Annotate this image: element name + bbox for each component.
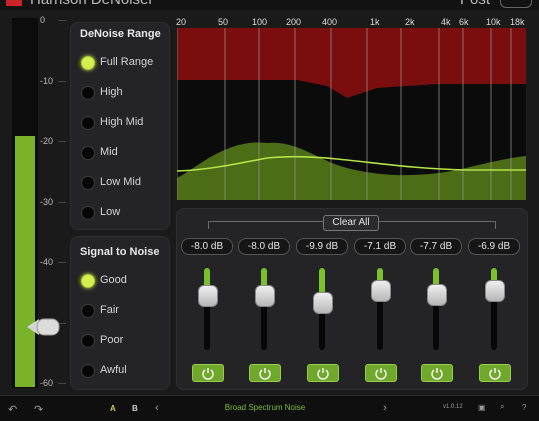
power-icon: [431, 368, 443, 380]
power-icon: [259, 368, 271, 380]
frequency-label: 20: [176, 17, 187, 27]
band-fader-thumb[interactable]: [371, 280, 391, 303]
band-gain-readout[interactable]: -8.0 dB: [181, 238, 233, 255]
meter-tick-line: [58, 262, 66, 263]
denoise-range-option-label[interactable]: Mid: [100, 146, 118, 158]
threshold-handle[interactable]: [27, 318, 61, 336]
save-icon[interactable]: ▣: [478, 403, 486, 412]
meter-tick-line: [58, 141, 66, 142]
denoise-range-option-label[interactable]: High Mid: [100, 116, 143, 128]
help-icon[interactable]: ?: [522, 403, 526, 412]
noise-profile-area: [177, 28, 526, 98]
frequency-label: 10k: [486, 17, 501, 27]
signal-to-noise-option-label[interactable]: Awful: [100, 364, 127, 376]
next-preset-icon[interactable]: ›: [383, 402, 387, 414]
frequency-label: 6k: [459, 17, 469, 27]
denoise-range-title: DeNoise Range: [80, 28, 161, 40]
band-power-button[interactable]: [307, 364, 339, 382]
band-power-button[interactable]: [365, 364, 397, 382]
denoise-range-radio-high-mid[interactable]: [81, 116, 95, 130]
band-gain-readout[interactable]: -8.0 dB: [238, 238, 290, 255]
meter-tick-label: -10: [40, 75, 54, 86]
meter-tick-line: [58, 80, 66, 82]
level-meter-fill: [15, 136, 35, 387]
band-fader-thumb[interactable]: [198, 285, 218, 308]
search-icon[interactable]: ⌕: [500, 402, 504, 412]
frequency-label: 1k: [370, 17, 380, 27]
a-compare-button[interactable]: A: [110, 404, 116, 413]
meter-tick-line: [58, 383, 66, 384]
clear-all-button[interactable]: Clear All: [323, 215, 379, 231]
redo-icon[interactable]: ↷: [34, 403, 43, 416]
preset-name[interactable]: Broad Spectrum Noise: [150, 403, 380, 412]
denoise-range-radio-low[interactable]: [81, 206, 95, 220]
signal-to-noise-title: Signal to Noise: [80, 246, 160, 258]
frequency-label: 2k: [405, 17, 415, 27]
signal-to-noise-radio-awful[interactable]: [81, 364, 95, 378]
meter-tick-label: -20: [40, 136, 54, 146]
power-icon: [317, 368, 329, 380]
band-power-button[interactable]: [192, 364, 224, 382]
power-icon: [489, 368, 501, 380]
denoise-range-option-label[interactable]: Low: [100, 206, 120, 218]
band-gain-readout[interactable]: -6.9 dB: [468, 238, 520, 255]
denoise-range-radio-full-range[interactable]: [81, 56, 95, 70]
meter-tick-label: -40: [40, 257, 54, 267]
power-icon: [202, 368, 214, 380]
footer-bar: ↶ ↷ A B ‹ Broad Spectrum Noise › v1.0.12…: [0, 395, 539, 421]
band-fader-thumb[interactable]: [427, 283, 447, 306]
signal-to-noise-radio-fair[interactable]: [81, 304, 95, 318]
signal-to-noise-option-label[interactable]: Poor: [100, 334, 123, 346]
b-compare-button[interactable]: B: [132, 404, 138, 413]
band-fader-thumb[interactable]: [313, 291, 333, 314]
signal-to-noise-option-label[interactable]: Fair: [100, 304, 119, 316]
spectrum-graph: [177, 28, 526, 200]
denoise-range-radio-high[interactable]: [81, 86, 95, 100]
title-bar: Harrison DeNoiser Post: [0, 0, 539, 10]
band-fader-thumb[interactable]: [485, 279, 505, 302]
meter-tick-label: -30: [40, 196, 54, 207]
meter-tick-line: [58, 20, 66, 21]
band-power-button[interactable]: [249, 364, 281, 382]
signal-to-noise-radio-poor[interactable]: [81, 334, 95, 348]
meter-tick-label: -60: [40, 378, 54, 388]
settings-button[interactable]: [500, 0, 532, 8]
band-power-button[interactable]: [479, 364, 511, 382]
signal-to-noise-radio-good[interactable]: [81, 274, 95, 288]
signal-area: [177, 142, 526, 200]
frequency-label: 50: [218, 17, 229, 27]
band-gain-readout[interactable]: -7.1 dB: [354, 238, 406, 255]
signal-to-noise-option-label[interactable]: Good: [100, 274, 127, 286]
meter-tick-line: [58, 201, 66, 203]
frequency-label: 18k: [510, 17, 525, 27]
frequency-label: 200: [286, 17, 302, 27]
meter-tick-label: 0: [40, 15, 46, 25]
power-icon: [375, 368, 387, 380]
denoise-range-radio-low-mid[interactable]: [81, 176, 95, 190]
frequency-label: 4k: [441, 17, 451, 27]
preset-label[interactable]: Post: [460, 0, 490, 8]
denoise-range-option-label[interactable]: High: [100, 86, 123, 98]
band-fader-thumb[interactable]: [255, 285, 275, 308]
band-gain-readout[interactable]: -7.7 dB: [410, 238, 462, 255]
harrison-logo: [6, 0, 22, 6]
band-power-button[interactable]: [421, 364, 453, 382]
undo-icon[interactable]: ↶: [8, 403, 17, 416]
denoise-range-radio-mid[interactable]: [81, 146, 95, 160]
app-title: Harrison DeNoiser: [30, 0, 153, 8]
frequency-label: 100: [252, 17, 268, 27]
version-label: v1.0.12: [443, 404, 463, 410]
band-controls-panel: [176, 208, 528, 390]
denoise-range-option-label[interactable]: Low Mid: [100, 176, 141, 188]
denoise-range-option-label[interactable]: Full Range: [100, 56, 153, 68]
band-gain-readout[interactable]: -9.9 dB: [296, 238, 348, 255]
frequency-label: 400: [322, 17, 338, 27]
